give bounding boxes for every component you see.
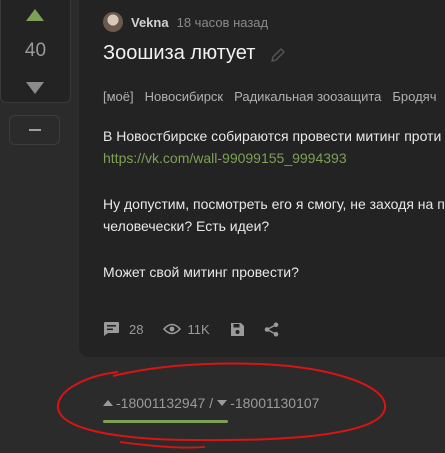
save-button[interactable] — [230, 322, 245, 337]
avatar[interactable] — [103, 12, 123, 32]
rating-summary: -18001132947 / -18001130107 — [103, 395, 319, 411]
downvote-arrow-icon[interactable] — [26, 82, 44, 94]
tag-item[interactable]: Бродяч — [392, 89, 436, 104]
views-counter: 11K — [163, 321, 210, 337]
rating-down-value: -18001130107 — [230, 395, 320, 411]
body-line: В Новостбирске собираются провести митин… — [103, 128, 442, 144]
eye-icon — [163, 323, 182, 335]
body-line: Может свой митинг провести? — [103, 264, 299, 280]
share-icon — [264, 322, 278, 336]
pencil-icon — [271, 48, 285, 62]
rating-down-icon — [217, 400, 228, 406]
share-button[interactable] — [264, 322, 279, 337]
post-title[interactable]: Зоошиза лютует — [103, 42, 255, 65]
tag-item[interactable]: Радикальная зоозащита — [234, 89, 381, 104]
collapse-button[interactable] — [9, 115, 60, 145]
author-name[interactable]: Vekna — [131, 15, 169, 30]
vote-column: 40 — [0, 0, 71, 103]
rating-up-icon — [103, 400, 113, 406]
save-icon — [230, 322, 244, 336]
rating-up-value: -18001132947 — [116, 395, 206, 411]
body-line: человечески? Есть идеи? — [103, 218, 270, 234]
comment-icon — [104, 322, 119, 336]
body-line: Ну допустим, посмотреть его я смогу, не … — [103, 196, 445, 212]
tag-item[interactable]: Новосибирск — [145, 89, 224, 104]
post-card: Vekna 18 часов назад Зоошиза лютует [моё… — [79, 0, 445, 357]
author-row: Vekna 18 часов назад — [103, 12, 268, 32]
rating-ratio-bar — [103, 420, 228, 423]
vote-count: 40 — [24, 40, 47, 61]
comments-count: 28 — [129, 321, 144, 337]
tag-list: [моё] Новосибирск Радикальная зоозащита … — [103, 89, 437, 104]
rating-separator: / — [209, 395, 214, 411]
post-footer: 28 11K — [103, 321, 279, 337]
post-body: В Новостбирске собираются провести митин… — [103, 125, 445, 283]
post-time: 18 часов назад — [176, 14, 269, 30]
comments-button[interactable]: 28 — [103, 321, 143, 337]
post-link[interactable]: https://vk.com/wall-99099155_9994393 — [103, 147, 445, 169]
upvote-arrow-icon[interactable] — [26, 9, 44, 21]
tag-item[interactable]: [моё] — [103, 89, 134, 104]
views-count: 11K — [187, 321, 210, 337]
